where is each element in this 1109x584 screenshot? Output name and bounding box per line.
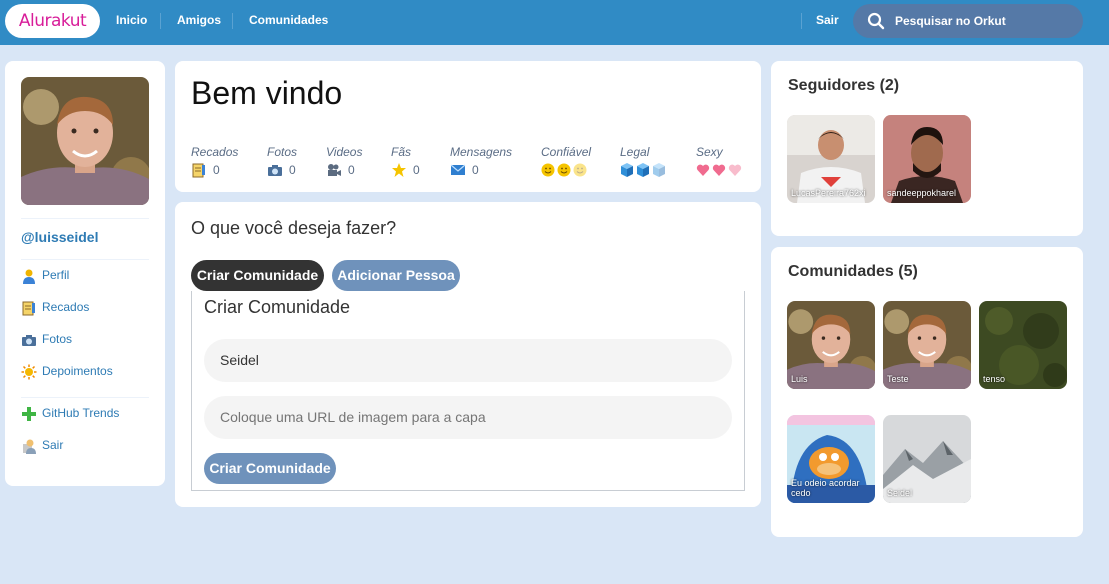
welcome-title: Bem vindo (191, 75, 343, 111)
divider (21, 259, 149, 260)
nav-inicio[interactable]: Inicio (116, 0, 147, 45)
stat-videos: Videos 0 (326, 145, 362, 178)
menu-perfil[interactable]: Perfil (21, 265, 69, 285)
community-image-field[interactable] (204, 396, 732, 439)
cube-icon (621, 163, 665, 177)
tab-add-person[interactable]: Adicionar Pessoa (332, 260, 460, 291)
welcome-box: Bem vindo Recados 0 Fotos 0 Videos 0 Fãs… (175, 61, 761, 192)
stat-value: 0 (289, 163, 296, 178)
community-name: tenso (983, 374, 1006, 384)
video-camera-icon (328, 164, 341, 176)
communities-title: Comunidades (5) (788, 263, 918, 280)
community-tile[interactable]: Luis (787, 301, 875, 389)
nav-comunidades[interactable]: Comunidades (249, 0, 328, 45)
divider (21, 397, 149, 398)
stat-value: 0 (348, 163, 355, 178)
menu-label: Depoimentos (42, 364, 113, 378)
top-navbar: Alurakut Inicio Amigos Comunidades Sair (0, 0, 1109, 45)
menu-label: GitHub Trends (42, 406, 120, 420)
notebook-icon (22, 301, 35, 316)
communities-box: Comunidades (5) Luis Teste tenso Eu odei… (771, 247, 1083, 537)
stat-sexy: Sexy (696, 145, 744, 178)
search-box[interactable] (853, 4, 1083, 38)
profile-avatar[interactable] (21, 77, 149, 205)
community-tile[interactable]: Eu odeio acordar cedo (787, 415, 875, 503)
create-community-form: Criar Comunidade Criar Comunidade (191, 291, 745, 491)
follower-name: sandeeppokharel (887, 188, 957, 198)
followers-box: Seguidores (2) LucasPereira762xi sandeep… (771, 61, 1083, 236)
nav-divider (232, 13, 233, 29)
follower-name: LucasPereira762xi (791, 188, 866, 198)
community-tile[interactable]: Seidel (883, 415, 971, 503)
menu-github-trends[interactable]: GitHub Trends (21, 403, 119, 423)
community-name: Eu odeio acordar cedo (791, 478, 860, 498)
nav-amigos[interactable]: Amigos (177, 0, 221, 45)
community-tile[interactable]: Teste (883, 301, 971, 389)
star-icon (392, 163, 406, 177)
heart-rating (696, 162, 744, 178)
search-icon (867, 12, 885, 30)
heart-icon (696, 164, 742, 176)
stat-label: Videos (326, 145, 363, 159)
community-tile[interactable]: tenso (979, 301, 1067, 389)
stat-label: Legal (620, 145, 650, 159)
stat-label: Sexy (696, 145, 723, 159)
stat-label: Confiável (541, 145, 592, 159)
logout-icon (23, 439, 36, 454)
smiley-icon (541, 163, 587, 177)
plus-icon (22, 406, 36, 421)
create-box: O que você deseja fazer? Criar Comunidad… (175, 202, 761, 507)
follower-tile[interactable]: sandeeppokharel (883, 115, 971, 203)
nav-divider (801, 13, 802, 29)
stat-label: Fãs (391, 145, 412, 159)
section-title: O que você deseja fazer? (191, 218, 397, 238)
stat-confiavel: Confiável (541, 145, 591, 178)
user-icon (23, 269, 35, 284)
stat-value: 0 (213, 163, 220, 178)
menu-label: Perfil (42, 268, 70, 282)
menu-depoimentos[interactable]: Depoimentos (21, 361, 113, 381)
envelope-icon (450, 164, 466, 175)
community-name: Luis (791, 374, 808, 384)
follower-tile[interactable]: LucasPereira762xi (787, 115, 875, 203)
tab-create-community[interactable]: Criar Comunidade (191, 260, 324, 291)
community-name: Teste (887, 374, 909, 384)
menu-sair[interactable]: Sair (21, 435, 63, 455)
nav-divider (160, 13, 161, 29)
stat-label: Fotos (267, 145, 298, 159)
menu-label: Sair (42, 438, 64, 452)
menu-label: Fotos (42, 332, 73, 346)
stat-value: 0 (472, 163, 479, 178)
menu-fotos[interactable]: Fotos (21, 329, 72, 349)
cube-rating (620, 162, 668, 178)
stat-fas: Fãs 0 (391, 145, 420, 178)
community-name-field[interactable] (204, 339, 732, 382)
sun-icon (21, 364, 37, 380)
stat-legal: Legal (620, 145, 668, 178)
form-title: Criar Comunidade (204, 297, 351, 317)
camera-icon (22, 334, 36, 346)
nav-logout[interactable]: Sair (816, 0, 839, 45)
alurakut-logo[interactable]: Alurakut (5, 4, 100, 38)
smiley-rating (541, 162, 591, 178)
stat-label: Mensagens (450, 145, 513, 159)
menu-label: Recados (42, 300, 90, 314)
stat-label: Recados (191, 145, 239, 159)
submit-create-community-button[interactable]: Criar Comunidade (204, 453, 336, 484)
stat-value: 0 (413, 163, 420, 178)
stat-recados: Recados 0 (191, 145, 238, 178)
notebook-icon (192, 163, 205, 178)
stat-mensagens: Mensagens 0 (450, 145, 512, 178)
camera-icon (268, 165, 282, 176)
menu-recados[interactable]: Recados (21, 297, 89, 317)
stat-fotos: Fotos 0 (267, 145, 297, 178)
profile-sidebar: @luisseidel Perfil Recados Fotos Depoime… (5, 61, 165, 486)
search-input[interactable] (895, 4, 1075, 38)
divider (21, 218, 149, 219)
profile-username[interactable]: @luisseidel (21, 229, 98, 245)
followers-title: Seguidores (2) (788, 77, 900, 94)
community-name: Seidel (887, 488, 913, 498)
